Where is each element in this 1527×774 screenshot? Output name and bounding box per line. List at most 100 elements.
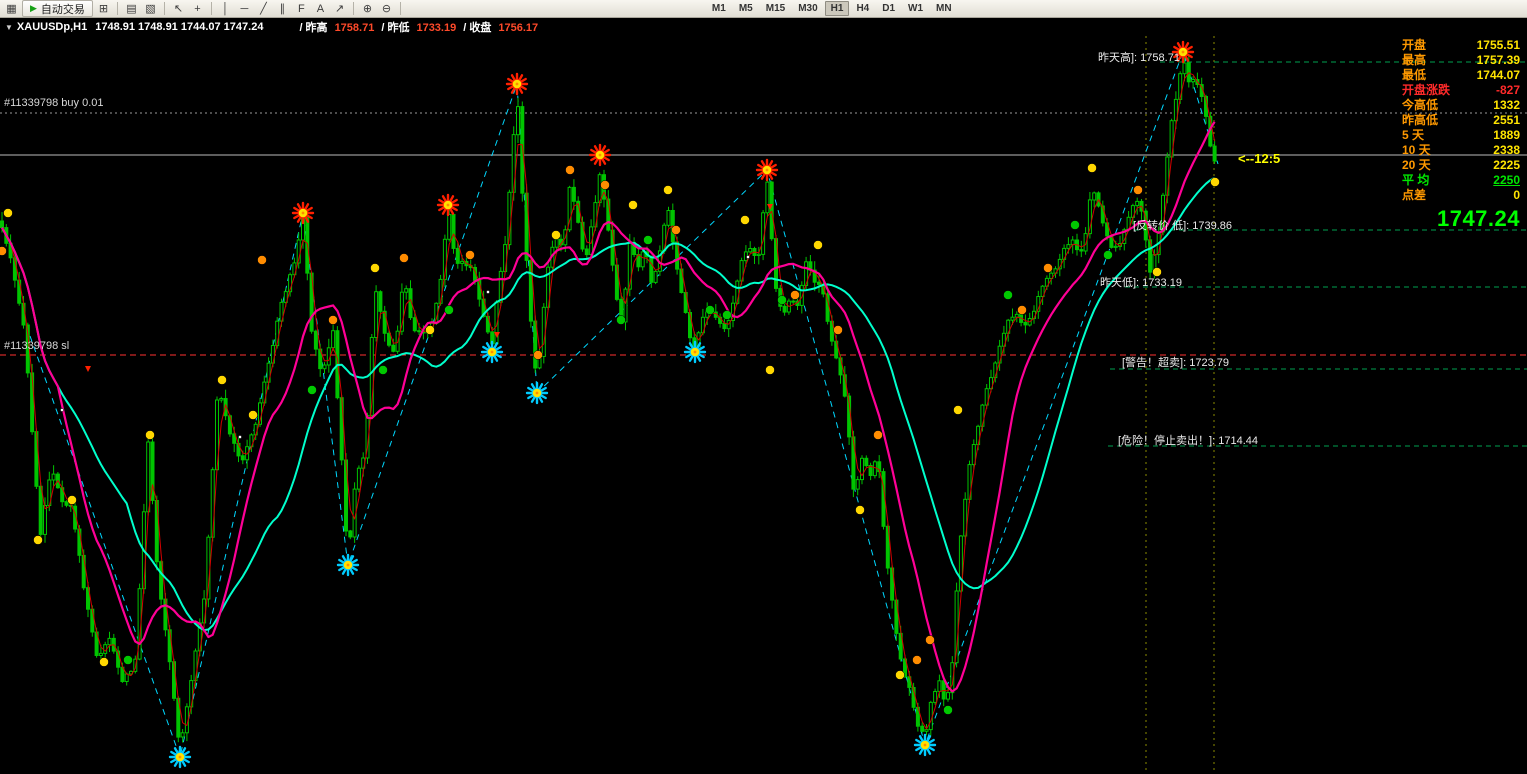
sun-marker-bottom <box>338 555 358 575</box>
tab-timeframe-h4[interactable]: H4 <box>850 1 875 16</box>
arrow-tools-icon[interactable]: ↗ <box>331 1 348 16</box>
toolbar-separator <box>164 2 165 15</box>
prev-high-label: / 昨高 <box>299 22 327 34</box>
stat-label: 平 均 <box>1402 173 1429 188</box>
stat-value: 1757.39 <box>1477 53 1520 68</box>
oversold-warning-annotation: [警告！超卖]: 1723.79 <box>1122 354 1229 370</box>
zoom-out-icon[interactable]: ⊖ <box>378 1 395 16</box>
toolbar-tools: ⊞ ▤▧ ↖+ │─╱∥FA↗ ⊕⊖ <box>95 1 404 16</box>
fast-ma-line <box>2 73 1215 729</box>
tab-timeframe-m30[interactable]: M30 <box>792 1 823 16</box>
chart-area[interactable]: 开盘 1755.51 最高 1757.39 最低 1744.07开盘涨跌-827今高低 13… <box>0 36 1527 774</box>
stat-row-开盘: 开盘 1755.51 <box>1402 38 1520 53</box>
cursor-icon[interactable]: ↖ <box>170 1 187 16</box>
stat-value: 2551 <box>1493 113 1520 128</box>
stat-row-平 均: 平 均2250 <box>1402 173 1520 188</box>
sun-marker-bottom <box>170 747 190 767</box>
new-order-icon[interactable]: ⊞ <box>95 1 112 16</box>
ohlc-values: 1748.91 1748.91 1744.07 1747.24 <box>95 21 263 33</box>
text-label-icon[interactable]: A <box>312 1 329 16</box>
stat-label: 今高低 <box>1402 98 1438 113</box>
tab-timeframe-d1[interactable]: D1 <box>876 1 901 16</box>
zigzag-trendline <box>30 52 1218 757</box>
profiles-icon[interactable]: ▧ <box>142 1 159 16</box>
stat-row-最高: 最高 1757.39 <box>1402 53 1520 68</box>
stat-value: -827 <box>1496 83 1520 98</box>
zoom-in-icon[interactable]: ⊕ <box>359 1 376 16</box>
chart-canvas[interactable] <box>0 36 1527 774</box>
sun-marker-bottom <box>482 342 502 362</box>
trendline-icon[interactable]: ╱ <box>255 1 272 16</box>
slow-ma-line <box>2 178 1215 630</box>
auto-trading-label: 自动交易 <box>41 1 85 17</box>
stat-row-10 天: 10 天2338 <box>1402 143 1520 158</box>
period-separators <box>1146 36 1214 774</box>
sun-marker-top <box>438 195 458 215</box>
stat-row-今高低: 今高低 1332 <box>1402 98 1520 113</box>
play-icon: ▶ <box>30 4 37 13</box>
sun-marker-bottom <box>915 735 935 755</box>
prev-low-value: 1733.19 <box>416 22 456 34</box>
stat-value: 2338 <box>1493 143 1520 158</box>
prev-close-value: 1756.17 <box>498 22 538 34</box>
stat-row-点差: 点差 0 <box>1402 188 1520 203</box>
stat-row-开盘涨跌: 开盘涨跌-827 <box>1402 83 1520 98</box>
stat-row-最低: 最低 1744.07 <box>1402 68 1520 83</box>
stoploss-label: #11339798 sl <box>4 340 69 352</box>
stat-label: 最高 <box>1402 53 1426 68</box>
tab-timeframe-m15[interactable]: M15 <box>760 1 791 16</box>
prev-low-label: / 昨低 <box>381 22 409 34</box>
fibonacci-icon[interactable]: F <box>293 1 310 16</box>
tab-timeframe-m5[interactable]: M5 <box>733 1 759 16</box>
tab-timeframe-m1[interactable]: M1 <box>706 1 732 16</box>
prev-day-high-annotation: 昨天高]: 1758.71 <box>1098 49 1180 65</box>
sun-marker-top <box>590 145 610 165</box>
candles <box>1 54 1217 743</box>
stat-value: 1889 <box>1493 128 1520 143</box>
stat-label: 5 天 <box>1402 128 1424 143</box>
symbol-info-bar: ▼ XAUUSDp,H1 1748.91 1748.91 1744.07 174… <box>0 18 1527 36</box>
tab-timeframe-h1[interactable]: H1 <box>825 1 850 16</box>
symbol-dropdown-icon[interactable]: ▼ <box>5 23 13 32</box>
stat-row-5 天: 5 天 1889 <box>1402 128 1520 143</box>
daily-stats: / 昨高 1758.71 / 昨低 1733.19 / 收盘 1756.17 <box>299 19 545 35</box>
top-toolbar: ▦ ▶ 自动交易 ⊞ ▤▧ ↖+ │─╱∥FA↗ ⊕⊖ M1M5M15M30H1H4D1… <box>0 0 1527 18</box>
stat-label: 最低 <box>1402 68 1426 83</box>
toolbar-lead-icons: ▦ <box>3 1 20 16</box>
tab-timeframe-mn[interactable]: MN <box>930 1 958 16</box>
timeframe-buttons: M1M5M15M30H1H4D1W1MN <box>706 1 958 16</box>
sun-marker-bottom <box>685 342 705 362</box>
sun-marker-top <box>293 203 313 223</box>
stats-rows: 开盘 1755.51 最高 1757.39 最低 1744.07开盘涨跌-827今高低 13… <box>1402 38 1520 203</box>
chart-window-icon[interactable]: ▤ <box>123 1 140 16</box>
sun-marker-bottom <box>527 383 547 403</box>
symbol-title: XAUUSDp,H1 <box>17 21 87 33</box>
auto-trading-button[interactable]: ▶ 自动交易 <box>22 0 93 17</box>
stat-label: 20 天 <box>1402 158 1431 173</box>
stat-row-昨高低: 昨高低 2551 <box>1402 113 1520 128</box>
stat-value: 1332 <box>1493 98 1520 113</box>
sell-arrow-markers <box>85 204 773 372</box>
order-label: #11339798 buy 0.01 <box>4 97 104 109</box>
crosshair-icon[interactable]: + <box>189 1 206 16</box>
danger-stop-sell-annotation: [危险！停止卖出！]: 1714.44 <box>1118 432 1258 448</box>
prev-close-label: / 收盘 <box>463 22 491 34</box>
stat-label: 点差 <box>1402 188 1426 203</box>
toolbar-separator <box>353 2 354 15</box>
stat-value: 1744.07 <box>1477 68 1520 83</box>
stat-row-20 天: 20 天2225 <box>1402 158 1520 173</box>
toolbar-separator <box>117 2 118 15</box>
horizontal-line-icon[interactable]: ─ <box>236 1 253 16</box>
sun-marker-top <box>507 74 527 94</box>
stat-label: 开盘 <box>1402 38 1426 53</box>
terminal-grid-icon[interactable]: ▦ <box>3 1 20 16</box>
channel-icon[interactable]: ∥ <box>274 1 291 16</box>
tab-timeframe-w1[interactable]: W1 <box>902 1 929 16</box>
stat-value: 0 <box>1513 188 1520 203</box>
toolbar-separator <box>400 2 401 15</box>
prev-day-low-annotation: 昨天低]: 1733.19 <box>1100 274 1182 290</box>
stat-value: 1755.51 <box>1477 38 1520 53</box>
prev-high-value: 1758.71 <box>335 22 375 34</box>
vertical-line-icon[interactable]: │ <box>217 1 234 16</box>
stat-label: 昨高低 <box>1402 113 1438 128</box>
